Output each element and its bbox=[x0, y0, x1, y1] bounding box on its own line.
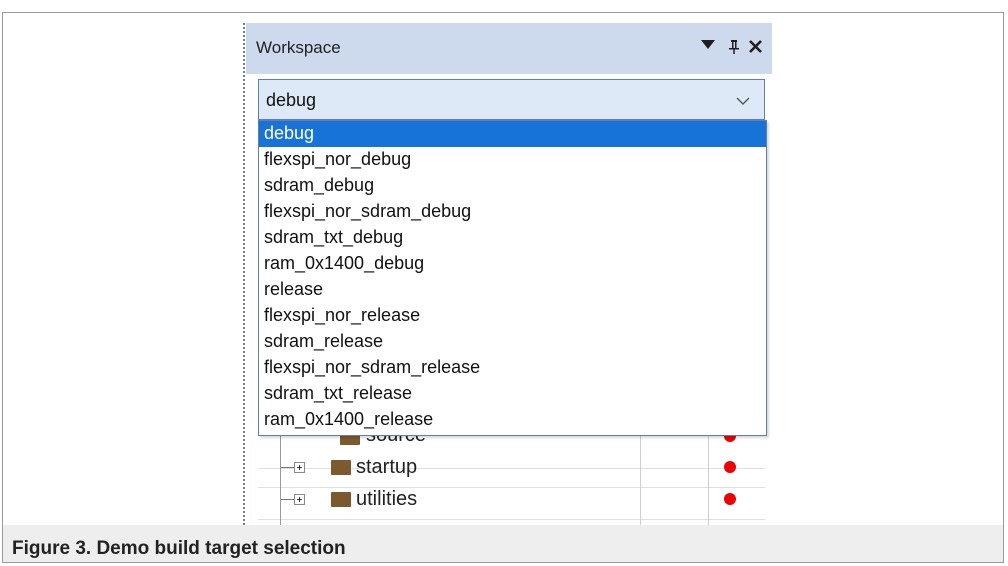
tree-connector bbox=[280, 467, 294, 468]
workspace-tree: source startup utilities bbox=[258, 424, 765, 525]
column-divider bbox=[640, 436, 641, 525]
expand-icon[interactable] bbox=[294, 462, 305, 473]
status-dot-icon bbox=[724, 461, 736, 473]
option-debug[interactable]: debug bbox=[259, 121, 766, 147]
workspace-title: Workspace bbox=[256, 38, 341, 57]
option-ram-0x1400-debug[interactable]: ram_0x1400_debug bbox=[259, 251, 766, 277]
close-icon[interactable] bbox=[744, 34, 766, 60]
option-flexspi-nor-sdram-release[interactable]: flexspi_nor_sdram_release bbox=[259, 355, 766, 381]
tree-row-utilities[interactable]: utilities bbox=[258, 487, 765, 520]
option-sdram-debug[interactable]: sdram_debug bbox=[259, 173, 766, 199]
tree-row-startup[interactable]: startup bbox=[258, 455, 765, 488]
tree-item-label: startup bbox=[356, 456, 418, 478]
folder-icon bbox=[331, 460, 351, 475]
dropdown-arrow-icon[interactable] bbox=[697, 34, 719, 60]
build-config-dropdown-list: debug flexspi_nor_debug sdram_debug flex… bbox=[258, 120, 767, 436]
combo-selected-value: debug bbox=[266, 90, 317, 110]
option-release[interactable]: release bbox=[259, 277, 766, 303]
tree-connector bbox=[280, 499, 294, 500]
option-sdram-txt-debug[interactable]: sdram_txt_debug bbox=[259, 225, 766, 251]
option-sdram-release[interactable]: sdram_release bbox=[259, 329, 766, 355]
option-flexspi-nor-sdram-debug[interactable]: flexspi_nor_sdram_debug bbox=[259, 199, 766, 225]
tree-guide-line bbox=[280, 436, 281, 525]
option-flexspi-nor-debug[interactable]: flexspi_nor_debug bbox=[259, 147, 766, 173]
option-ram-0x1400-release[interactable]: ram_0x1400_release bbox=[259, 407, 766, 433]
status-dot-icon bbox=[724, 493, 736, 505]
expand-icon[interactable] bbox=[294, 494, 305, 505]
option-flexspi-nor-release[interactable]: flexspi_nor_release bbox=[259, 303, 766, 329]
column-divider bbox=[708, 436, 709, 525]
build-config-combobox[interactable]: debug bbox=[258, 79, 765, 120]
figure-caption: Figure 3. Demo build target selection bbox=[12, 538, 346, 559]
pin-icon[interactable] bbox=[723, 34, 745, 60]
chevron-down-icon[interactable] bbox=[736, 93, 750, 111]
option-sdram-txt-release[interactable]: sdram_txt_release bbox=[259, 381, 766, 407]
panel-dock-edge[interactable] bbox=[243, 23, 246, 525]
workspace-titlebar: Workspace bbox=[246, 23, 772, 74]
folder-icon bbox=[331, 492, 351, 507]
tree-item-label: utilities bbox=[356, 488, 418, 510]
